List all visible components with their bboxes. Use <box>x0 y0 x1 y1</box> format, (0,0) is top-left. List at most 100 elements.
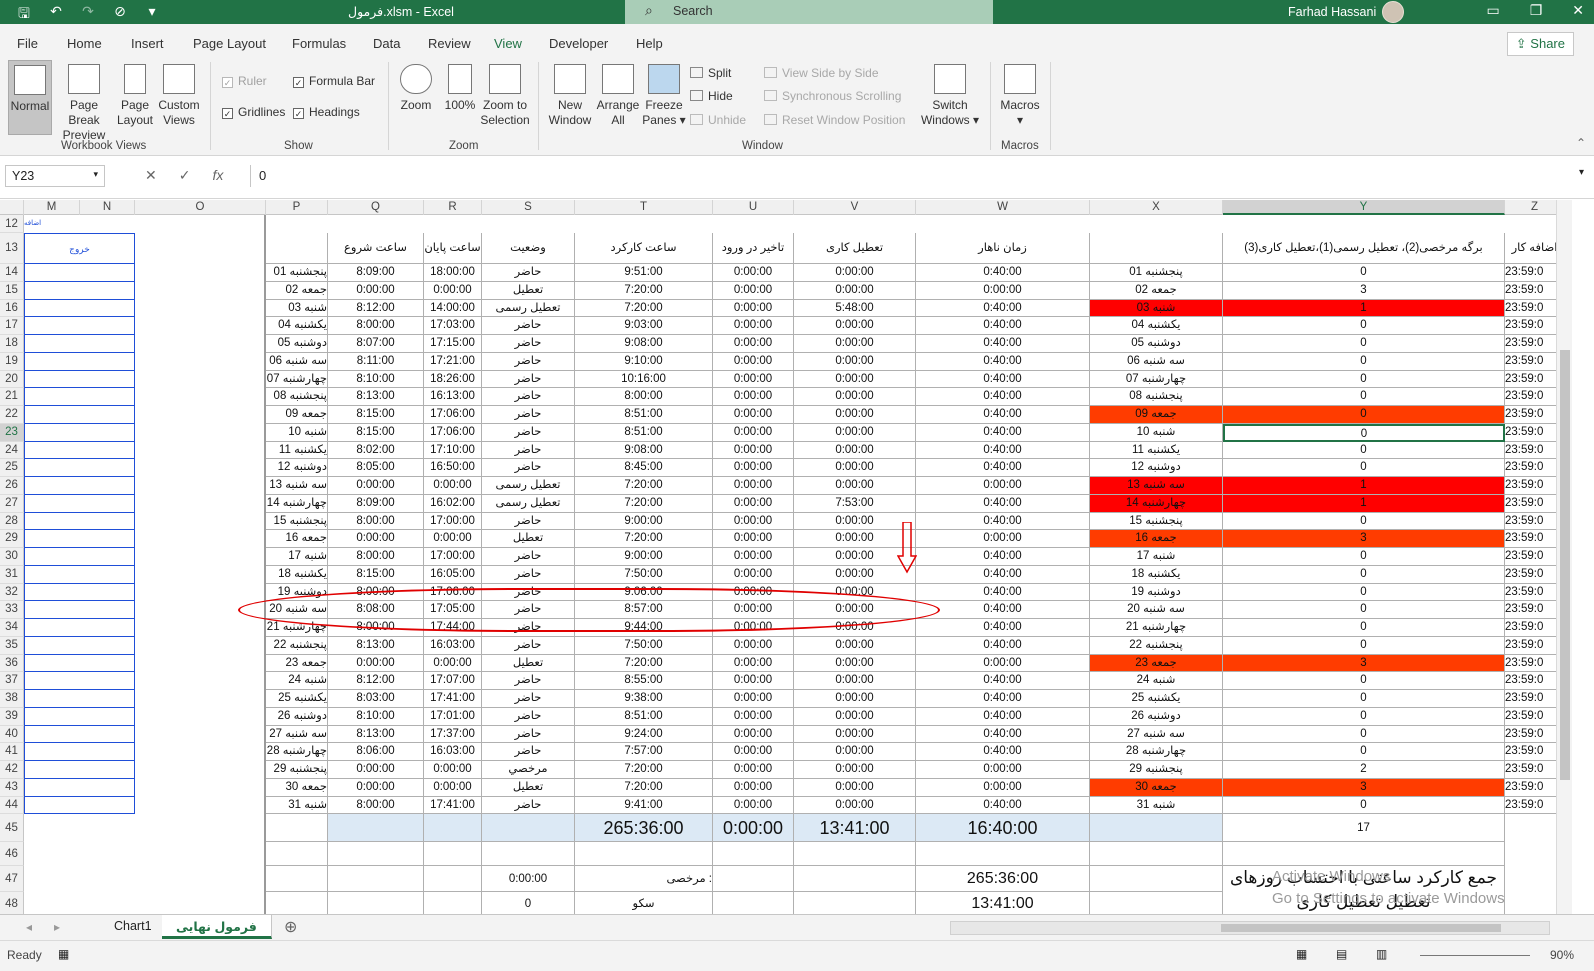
table-cell[interactable]: 23:59:0 <box>1505 406 1556 424</box>
tab-help[interactable]: Help <box>636 36 663 51</box>
table-cell[interactable]: 8:00:00 <box>328 317 424 335</box>
table-cell[interactable]: 0 <box>1223 672 1505 690</box>
table-cell[interactable]: جمعه 16 <box>1090 530 1223 548</box>
table-cell[interactable]: 8:10:00 <box>328 370 424 389</box>
table-cell[interactable]: 23:59:0 <box>1505 672 1556 690</box>
header-cell[interactable] <box>266 233 328 264</box>
table-cell[interactable]: حاضر <box>482 370 575 389</box>
table-cell[interactable]: یکشنبه 25 <box>1090 690 1223 708</box>
column-header-o[interactable]: O <box>135 200 266 215</box>
table-cell[interactable]: 0:00:00 <box>794 707 916 726</box>
active-cell[interactable]: 0 <box>1223 423 1505 442</box>
table-cell[interactable]: 0 <box>1223 565 1505 584</box>
blue-bordered-cell[interactable] <box>24 317 135 335</box>
table-cell[interactable]: 7:20:00 <box>575 494 713 513</box>
table-cell[interactable]: 23:59:0 <box>1505 300 1556 318</box>
row-header[interactable]: 41 <box>0 743 24 761</box>
table-cell[interactable]: 2 <box>1223 761 1505 779</box>
table-cell[interactable]: 0:00:00 <box>713 370 794 389</box>
table-cell[interactable]: 0:00:00 <box>794 690 916 708</box>
table-cell[interactable]: 0:00:00 <box>713 423 794 442</box>
row-header[interactable]: 40 <box>0 725 24 744</box>
blue-bordered-cell[interactable] <box>24 672 135 690</box>
table-cell[interactable]: جمعه 23 <box>1090 654 1223 673</box>
table-cell[interactable]: یکشنبه 11 <box>1090 441 1223 460</box>
table-cell[interactable]: 0:00:00 <box>424 778 482 797</box>
table-cell[interactable]: 23:59:0 <box>1505 708 1556 726</box>
user-name[interactable]: Farhad Hassani <box>1288 5 1376 19</box>
table-cell[interactable]: 0 <box>1223 459 1505 477</box>
tab-home[interactable]: Home <box>67 36 102 51</box>
custom-views-button[interactable]: Custom Views <box>157 64 201 128</box>
table-cell[interactable]: یکشنبه 18 <box>1090 565 1223 584</box>
table-cell[interactable]: شنبه 31 <box>266 796 328 815</box>
blue-bordered-cell[interactable] <box>24 335 135 353</box>
table-cell[interactable]: حاضر <box>482 512 575 531</box>
table-cell[interactable]: حاضر <box>482 406 575 424</box>
table-cell[interactable] <box>916 842 1090 867</box>
table-cell[interactable]: 23:59:0 <box>1505 459 1556 477</box>
macro-record-icon[interactable]: ▦ <box>58 947 69 961</box>
blue-bordered-cell[interactable] <box>24 281 135 300</box>
table-cell[interactable]: 0:00:00 <box>713 299 794 318</box>
table-cell[interactable]: 0:00:00 <box>713 264 794 282</box>
table-cell[interactable]: 0 <box>1223 335 1505 353</box>
table-cell[interactable]: 0:40:00 <box>916 335 1090 353</box>
table-cell[interactable] <box>1090 814 1223 843</box>
table-cell[interactable]: 9:51:00 <box>575 264 713 282</box>
row-header[interactable]: 42 <box>0 761 24 779</box>
table-cell[interactable]: حاضر <box>482 423 575 442</box>
table-cell[interactable]: 0:00:00 <box>713 335 794 353</box>
table-cell[interactable]: 16:03:00 <box>424 743 482 761</box>
table-cell[interactable] <box>266 866 328 893</box>
table-cell[interactable]: پنجشنبه 29 <box>266 761 328 779</box>
row-header[interactable]: 38 <box>0 690 24 708</box>
table-cell[interactable]: 0:00:00 <box>713 548 794 566</box>
table-cell[interactable] <box>424 866 482 893</box>
blue-bordered-cell[interactable] <box>24 441 135 460</box>
table-cell[interactable]: 0:00:00 <box>713 654 794 673</box>
table-cell[interactable]: دوشنبه 26 <box>1090 707 1223 726</box>
column-header-x[interactable]: X <box>1090 200 1223 215</box>
table-cell[interactable]: حاضر <box>482 548 575 566</box>
table-cell[interactable]: حاضر <box>482 743 575 761</box>
share-button[interactable]: ⇪ Share <box>1506 32 1574 56</box>
table-cell[interactable]: 18:26:00 <box>424 370 482 389</box>
table-cell[interactable]: 0:00:00 <box>424 761 482 779</box>
zoom-level[interactable]: 90% <box>1550 948 1574 962</box>
page-break-preview-button[interactable]: Page Break Preview <box>53 64 115 143</box>
table-cell[interactable]: 0:00:00 <box>713 477 794 495</box>
table-cell[interactable] <box>575 842 713 867</box>
table-cell[interactable]: 0:00:00 <box>713 796 794 815</box>
table-cell[interactable]: 23:59:0 <box>1505 282 1556 300</box>
table-cell[interactable]: 10:16:00 <box>575 370 713 389</box>
table-cell[interactable]: پنجشنبه 22 <box>1090 636 1223 655</box>
header-cell[interactable]: تعطیل کاری <box>794 233 916 264</box>
table-cell[interactable]: سه شنبه 27 <box>266 725 328 744</box>
blue-bordered-cell[interactable] <box>24 690 135 708</box>
page-layout-status-icon[interactable]: ▤ <box>1336 947 1347 961</box>
table-cell[interactable] <box>794 866 916 893</box>
table-cell[interactable]: یکشنبه 25 <box>266 690 328 708</box>
table-cell[interactable]: یکشنبه 04 <box>1090 317 1223 335</box>
table-cell[interactable]: 9:38:00 <box>575 690 713 708</box>
blue-bordered-cell[interactable] <box>24 512 135 531</box>
row-header[interactable]: 19 <box>0 352 24 371</box>
table-cell[interactable]: 0:00:00 <box>713 441 794 460</box>
table-cell[interactable]: حاضر <box>482 707 575 726</box>
tab-scroll-left-icon[interactable]: ◂ <box>26 920 32 934</box>
tab-file[interactable]: File <box>17 36 38 51</box>
table-cell[interactable]: 0:00:00 <box>916 654 1090 673</box>
table-cell[interactable]: 0 <box>1223 406 1505 424</box>
row-header[interactable]: 12 <box>0 215 24 233</box>
table-cell[interactable]: 7:50:00 <box>575 565 713 584</box>
row-header[interactable]: 30 <box>0 548 24 566</box>
blue-bordered-cell[interactable] <box>24 601 135 619</box>
table-cell[interactable]: 17:41:00 <box>424 796 482 815</box>
column-header-s[interactable]: S <box>482 200 575 215</box>
table-cell[interactable]: حاضر <box>482 264 575 282</box>
table-cell[interactable]: 8:02:00 <box>328 441 424 460</box>
normal-view-status-icon[interactable]: ▦ <box>1296 947 1307 961</box>
table-cell[interactable]: پنجشنبه 29 <box>1090 761 1223 779</box>
table-cell[interactable]: حاضر <box>482 335 575 353</box>
